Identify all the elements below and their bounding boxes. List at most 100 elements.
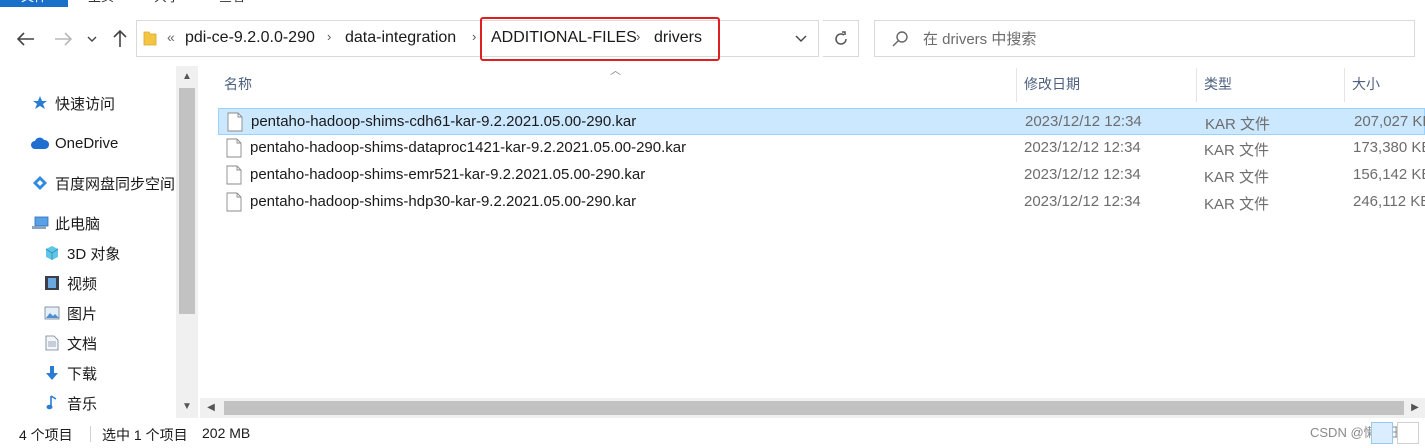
- file-list: ︿ 名称 修改日期 类型 大小 pentaho-hadoop-shims-cdh…: [200, 65, 1425, 418]
- breadcrumb-overflow[interactable]: «: [167, 29, 175, 45]
- file-size: 173,380 KB: [1353, 139, 1425, 156]
- sidebar-item-quick-access[interactable]: 快速访问: [30, 91, 115, 115]
- breadcrumb-pdi-ce[interactable]: pdi-ce-9.2.0.0-290: [185, 29, 315, 47]
- file-name: pentaho-hadoop-shims-emr521-kar-9.2.2021…: [250, 166, 646, 183]
- ribbon: 文件 主页 共享 查看: [0, 0, 1425, 7]
- sidebar-item-label: 文档: [67, 335, 98, 353]
- baidu-netdisk-icon: [30, 174, 50, 192]
- sidebar-item-onedrive[interactable]: OneDrive: [30, 131, 118, 155]
- sidebar-item-label: 音乐: [67, 395, 98, 413]
- sidebar-item-music[interactable]: 音乐: [42, 391, 97, 415]
- file-name: pentaho-hadoop-shims-hdp30-kar-9.2.2021.…: [250, 193, 637, 210]
- ribbon-tab-view[interactable]: 查看: [219, 0, 245, 7]
- breadcrumb-separator-icon[interactable]: ›: [472, 29, 476, 44]
- document-icon: [42, 334, 62, 352]
- computer-icon: [30, 214, 50, 232]
- file-type: KAR 文件: [1205, 116, 1271, 133]
- file-row[interactable]: pentaho-hadoop-shims-hdp30-kar-9.2.2021.…: [218, 189, 1425, 216]
- search-icon: [892, 31, 908, 47]
- horizontal-scrollbar[interactable]: ◀ ▶: [200, 398, 1425, 418]
- file-icon: [227, 112, 243, 132]
- column-header-type[interactable]: 类型: [1196, 66, 1344, 102]
- refresh-button[interactable]: [823, 20, 859, 57]
- large-icons-view-button[interactable]: [1397, 422, 1419, 444]
- sidebar-item-label: 下载: [67, 365, 98, 383]
- file-date: 2023/12/12 12:34: [1025, 113, 1142, 130]
- scroll-right-arrow-icon[interactable]: ▶: [1408, 401, 1422, 415]
- sidebar-scroll-thumb[interactable]: [179, 88, 195, 314]
- scroll-left-arrow-icon[interactable]: ◀: [204, 401, 218, 415]
- file-type: KAR 文件: [1204, 196, 1270, 213]
- up-arrow-icon: [113, 30, 127, 47]
- column-header-date[interactable]: 修改日期: [1016, 66, 1196, 102]
- star-icon: [30, 94, 50, 112]
- search-input[interactable]: [923, 27, 1393, 51]
- sidebar-item-videos[interactable]: 视频: [42, 271, 97, 295]
- recent-locations-button[interactable]: [82, 26, 102, 52]
- film-icon: [42, 274, 62, 292]
- item-count: 4 个项目: [19, 427, 73, 443]
- search-box[interactable]: [874, 20, 1415, 57]
- up-button[interactable]: [107, 26, 133, 52]
- sidebar-item-label: OneDrive: [55, 134, 119, 152]
- sidebar-scrollbar[interactable]: ▲ ▼: [176, 66, 198, 418]
- file-size: 207,027 KB: [1354, 113, 1425, 130]
- column-header-size[interactable]: 大小: [1344, 66, 1425, 102]
- ribbon-tab-file[interactable]: 文件: [0, 0, 68, 7]
- sidebar-item-label: 3D 对象: [67, 245, 121, 263]
- navigation-pane: 快速访问 OneDrive 百度网盘同步空间 此电脑 3D 对象 视频 图片 文…: [0, 66, 198, 418]
- back-button[interactable]: [13, 26, 39, 52]
- file-date: 2023/12/12 12:34: [1024, 193, 1141, 210]
- breadcrumb-separator-icon[interactable]: ›: [636, 29, 640, 44]
- sidebar-item-label: 视频: [67, 275, 98, 293]
- sidebar-item-label: 图片: [67, 305, 98, 323]
- scroll-down-arrow-icon[interactable]: ▼: [180, 400, 194, 414]
- breadcrumb-data-integration[interactable]: data-integration: [345, 29, 456, 47]
- cube-icon: [42, 244, 62, 262]
- sidebar-item-downloads[interactable]: 下载: [42, 361, 97, 385]
- forward-arrow-icon: [55, 32, 72, 46]
- breadcrumb-additional-files[interactable]: ADDITIONAL-FILES: [491, 29, 637, 47]
- selection-count: 选中 1 个项目: [102, 427, 188, 443]
- status-divider: [90, 426, 91, 442]
- file-icon: [226, 192, 242, 212]
- picture-icon: [42, 304, 62, 322]
- file-icon: [226, 165, 242, 185]
- details-view-button[interactable]: [1371, 422, 1393, 444]
- file-icon: [226, 138, 242, 158]
- sidebar-item-label: 快速访问: [55, 95, 116, 113]
- sidebar-item-label: 此电脑: [55, 215, 101, 233]
- sidebar-item-pictures[interactable]: 图片: [42, 301, 97, 325]
- breadcrumb-separator-icon[interactable]: ›: [327, 29, 331, 44]
- file-name: pentaho-hadoop-shims-cdh61-kar-9.2.2021.…: [251, 113, 637, 130]
- ribbon-tab-share[interactable]: 共享: [154, 0, 180, 7]
- file-row[interactable]: pentaho-hadoop-shims-dataproc1421-kar-9.…: [218, 135, 1425, 162]
- cloud-icon: [30, 134, 50, 152]
- ribbon-tab-home[interactable]: 主页: [88, 0, 114, 7]
- sidebar-item-label: 百度网盘同步空间: [55, 175, 176, 193]
- chevron-down-icon: [87, 36, 97, 42]
- file-size: 246,112 KB: [1353, 193, 1425, 210]
- file-row[interactable]: pentaho-hadoop-shims-cdh61-kar-9.2.2021.…: [218, 108, 1425, 135]
- column-header-name[interactable]: 名称: [216, 66, 1016, 102]
- status-bar: 4 个项目 选中 1 个项目 202 MB CSDN @懒大王: [0, 420, 1425, 448]
- horizontal-scroll-thumb[interactable]: [224, 401, 1404, 415]
- folder-icon: [143, 31, 157, 46]
- selection-size: 202 MB: [202, 425, 251, 441]
- address-bar[interactable]: « pdi-ce-9.2.0.0-290 › data-integration …: [136, 20, 819, 57]
- music-note-icon: [42, 394, 62, 412]
- scroll-up-arrow-icon[interactable]: ▲: [180, 70, 194, 84]
- forward-button[interactable]: [50, 26, 76, 52]
- file-type: KAR 文件: [1204, 142, 1270, 159]
- sidebar-item-baidu-netdisk[interactable]: 百度网盘同步空间: [30, 171, 175, 195]
- file-name: pentaho-hadoop-shims-dataproc1421-kar-9.…: [250, 139, 687, 156]
- sidebar-item-this-pc[interactable]: 此电脑: [30, 211, 100, 235]
- breadcrumb-drivers[interactable]: drivers: [654, 29, 702, 47]
- file-date: 2023/12/12 12:34: [1024, 139, 1141, 156]
- file-type: KAR 文件: [1204, 169, 1270, 186]
- sidebar-item-3d-objects[interactable]: 3D 对象: [42, 241, 120, 265]
- sidebar-item-documents[interactable]: 文档: [42, 331, 97, 355]
- refresh-icon: [834, 30, 847, 45]
- file-row[interactable]: pentaho-hadoop-shims-emr521-kar-9.2.2021…: [218, 162, 1425, 189]
- address-history-dropdown[interactable]: [789, 28, 813, 50]
